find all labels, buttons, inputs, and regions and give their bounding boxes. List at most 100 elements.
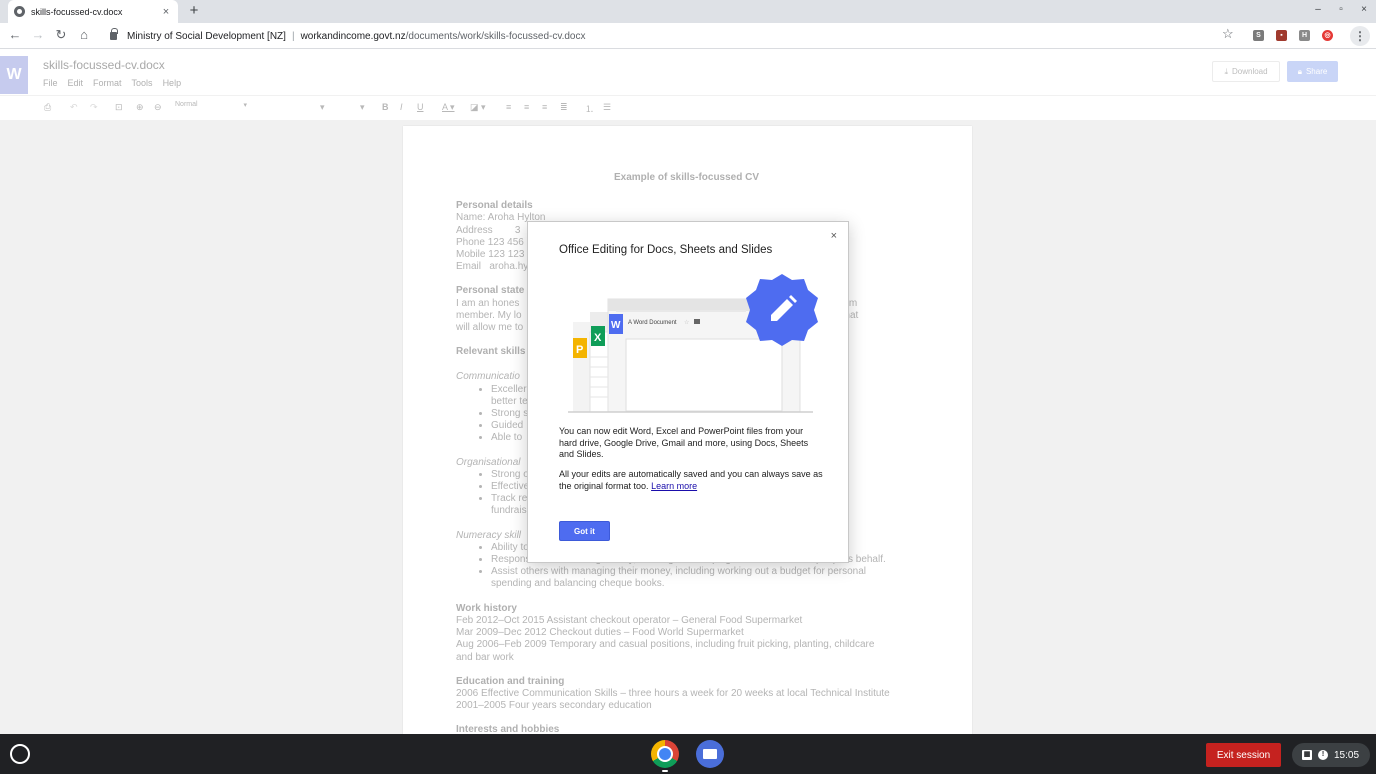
fit-page-icon[interactable]: ⊡ [115, 102, 123, 113]
restore-button[interactable]: ▫ [1334, 4, 1348, 15]
menu-help[interactable]: Help [163, 78, 182, 88]
status-tray[interactable]: ▦ ! 15:05 [1292, 743, 1370, 767]
document-canvas[interactable]: Example of skills-focussed CV Personal d… [0, 120, 1376, 734]
docs-logo[interactable]: W [0, 56, 28, 94]
section-heading: Education and training [456, 675, 565, 687]
tab-strip: skills-focussed-cv.docx × + – ▫ × [0, 0, 1376, 23]
lock-icon: 🔒︎ [1297, 66, 1302, 76]
highlight-icon[interactable]: ◪ ▾ [470, 102, 486, 113]
chevron-down-icon: ▾ [243, 102, 247, 109]
extension-s-icon[interactable]: S [1253, 30, 1264, 41]
illustration-doc-title: A Word Document [628, 320, 677, 326]
extension-red-icon[interactable]: ▪ [1276, 30, 1287, 41]
section-heading: Work history [456, 602, 517, 614]
work-line: Mar 2009–Dec 2012 Checkout duties – Food… [456, 627, 744, 639]
font-select-chevron-icon[interactable]: ▾ [320, 102, 325, 113]
office-editing-illustration: P X W A Word Document ☆ [568, 274, 818, 413]
slides-p-icon: P [573, 338, 587, 358]
close-window-button[interactable]: × [1357, 4, 1371, 15]
education-line: 2001–2005 Four years secondary education [456, 700, 652, 712]
work-history-section: Work history Feb 2012–Oct 2015 Assistant… [456, 603, 917, 664]
zoom-out-icon[interactable]: ⊖ [154, 102, 162, 113]
sheets-x-icon: X [591, 326, 605, 346]
svg-text:X: X [594, 332, 602, 344]
menu-edit[interactable]: Edit [68, 78, 84, 88]
tab-active[interactable]: skills-focussed-cv.docx × [8, 0, 178, 23]
address-bar[interactable]: Ministry of Social Development [NZ] | wo… [102, 26, 1244, 46]
clock: 15:05 [1334, 749, 1360, 761]
menu-tools[interactable]: Tools [132, 78, 153, 88]
url-host: workandincome.govt.nz [300, 30, 406, 42]
forward-arrow-icon[interactable]: → [30, 27, 46, 43]
exit-session-button[interactable]: Exit session [1206, 743, 1281, 767]
list-item-continuation: spending and balancing cheque books. [491, 578, 665, 590]
close-tab-icon[interactable]: × [160, 6, 172, 18]
work-line: and bar work [456, 651, 514, 663]
menu-format[interactable]: Format [93, 78, 122, 88]
bookmark-star-icon[interactable]: ☆ [1222, 26, 1234, 42]
align-center-icon[interactable]: ≡ [524, 102, 529, 112]
got-it-button[interactable]: Got it [559, 521, 610, 541]
zoom-in-icon[interactable]: ⊕ [136, 102, 144, 113]
dialog-title: Office Editing for Docs, Sheets and Slid… [559, 244, 773, 256]
tab-title: skills-focussed-cv.docx [31, 6, 123, 17]
education-section: Education and training 2006 Effective Co… [456, 676, 917, 713]
browser-menu-icon[interactable]: ⋮ [1350, 26, 1370, 46]
extension-h-icon[interactable]: H [1299, 30, 1310, 41]
print-icon[interactable]: ⎙ [44, 102, 51, 113]
section-heading: Interests and hobbies [456, 724, 560, 734]
interests-section: Interests and hobbies [456, 724, 917, 734]
download-button[interactable]: ⤓ Download [1212, 61, 1280, 82]
share-button[interactable]: 🔒︎ Share [1287, 61, 1338, 82]
chrome-app-icon[interactable] [651, 740, 679, 768]
size-select-chevron-icon[interactable]: ▾ [360, 102, 365, 113]
docs-menubar: File Edit Format Tools Help [43, 78, 181, 88]
paragraph-style-select[interactable]: Normal ▾ [175, 101, 247, 109]
new-tab-button[interactable]: + [186, 3, 202, 19]
office-editing-dialog: × Office Editing for Docs, Sheets and Sl… [527, 221, 849, 563]
align-justify-icon[interactable]: ≣ [560, 102, 568, 113]
separator: | [291, 30, 295, 42]
extension-target-icon[interactable]: ◎ [1322, 30, 1333, 41]
italic-icon[interactable]: I [400, 102, 403, 112]
underline-icon[interactable]: U [417, 102, 424, 112]
url-path: /documents/work/skills-focussed-cv.docx [405, 30, 586, 42]
undo-icon[interactable]: ↶ [70, 102, 78, 113]
reload-icon[interactable]: ↻ [53, 27, 69, 43]
learn-more-link[interactable]: Learn more [651, 481, 697, 491]
bulleted-list-icon[interactable]: ☰ [603, 102, 611, 113]
globe-icon [14, 6, 25, 17]
folder-icon [694, 319, 700, 324]
files-app-icon[interactable] [696, 740, 724, 768]
style-value: Normal [175, 101, 198, 108]
section-heading: Personal details [456, 200, 533, 212]
svg-text:P: P [576, 344, 583, 356]
education-line: 2006 Effective Communication Skills – th… [456, 687, 890, 699]
text-color-icon[interactable]: A ▾ [442, 102, 455, 113]
back-arrow-icon[interactable]: ← [7, 27, 23, 43]
numbered-list-icon[interactable]: ⒈ [585, 102, 594, 115]
align-right-icon[interactable]: ≡ [542, 102, 547, 112]
active-app-indicator [662, 770, 668, 772]
menu-file[interactable]: File [43, 78, 58, 88]
align-left-icon[interactable]: ≡ [506, 102, 511, 112]
download-icon: ⤓ [1224, 66, 1228, 76]
document-name[interactable]: skills-focussed-cv.docx [43, 58, 165, 72]
format-toolbar: ⎙ ↶ ↷ ⊡ ⊕ ⊖ Normal ▾ ▾ ▾ B I U A ▾ ◪ ▾ ≡… [0, 95, 1376, 119]
browser-window: skills-focussed-cv.docx × + – ▫ × ← → ↻ … [0, 0, 1376, 734]
redo-icon[interactable]: ↷ [90, 102, 98, 113]
close-icon[interactable]: × [831, 230, 837, 242]
bold-icon[interactable]: B [382, 102, 389, 112]
dialog-note: All your edits are automatically saved a… [559, 469, 823, 492]
info-icon: ! [1318, 750, 1328, 760]
docs-header: W skills-focussed-cv.docx File Edit Form… [0, 50, 1376, 120]
launcher-icon[interactable] [10, 744, 30, 764]
browser-toolbar: ← → ↻ ⌂ Ministry of Social Development [… [0, 23, 1376, 49]
download-label: Download [1231, 67, 1268, 76]
minimize-button[interactable]: – [1311, 4, 1325, 15]
work-line: Feb 2012–Oct 2015 Assistant checkout ope… [456, 614, 803, 626]
home-icon[interactable]: ⌂ [76, 27, 92, 43]
list-item: Assist others with managing their money,… [491, 566, 917, 578]
docs-w-icon: W [609, 314, 623, 334]
share-label: Share [1305, 67, 1328, 76]
